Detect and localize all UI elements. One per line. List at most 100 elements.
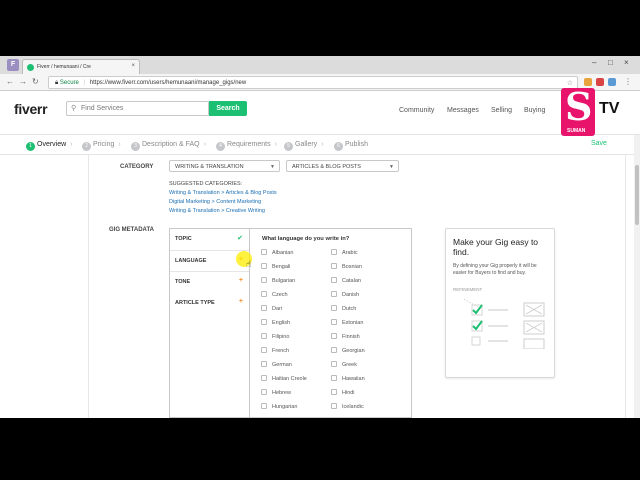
step-pricing[interactable]: 2 Pricing › [82, 141, 121, 151]
language-option[interactable]: Bengali [261, 263, 290, 270]
metadata-tab-topic[interactable]: TOPIC ✔ [170, 229, 249, 251]
checkbox-icon[interactable] [261, 361, 267, 367]
reload-icon[interactable]: ↻ [32, 77, 39, 86]
language-option[interactable]: Catalan [331, 277, 361, 284]
subcategory-select[interactable]: ARTICLES & BLOG POSTS ▼ [286, 160, 399, 172]
extension-icon[interactable] [608, 78, 616, 86]
search-button[interactable]: Search [209, 101, 247, 116]
checkbox-icon[interactable] [331, 333, 337, 339]
checkbox-icon[interactable] [331, 305, 337, 311]
language-option[interactable]: Georgian [331, 347, 365, 354]
nav-buying[interactable]: Buying [524, 107, 545, 114]
extension-icon[interactable] [596, 78, 604, 86]
metadata-box: TOPIC ✔ LANGUAGE + TONE + ARTICLE TYPE +… [169, 228, 412, 418]
suggested-category-link[interactable]: Writing & Translation > Articles & Blog … [169, 190, 277, 196]
language-option[interactable]: Albanian [261, 249, 293, 256]
browser-menu-icon[interactable]: ⋮ [624, 77, 632, 86]
checkbox-icon[interactable] [331, 347, 337, 353]
checkbox-icon[interactable] [331, 389, 337, 395]
checkbox-icon[interactable] [261, 263, 267, 269]
language-label: Icelandic [342, 404, 364, 410]
language-option[interactable]: Bulgarian [261, 277, 295, 284]
checkbox-icon[interactable] [331, 277, 337, 283]
language-option[interactable]: Dutch [331, 305, 356, 312]
language-option[interactable]: Icelandic [331, 403, 364, 410]
nav-selling[interactable]: Selling [491, 107, 512, 114]
window-close-icon[interactable]: × [624, 58, 629, 67]
language-option[interactable]: Filipino [261, 333, 289, 340]
language-option[interactable]: Estonian [331, 319, 363, 326]
nav-messages[interactable]: Messages [447, 107, 479, 114]
checkbox-icon[interactable] [331, 375, 337, 381]
tab-close-icon[interactable]: × [131, 63, 135, 69]
checkbox-icon[interactable] [261, 277, 267, 283]
nav-community[interactable]: Community [399, 107, 434, 114]
language-option[interactable]: English [261, 319, 290, 326]
gig-steps-bar: 1 Overview › 2 Pricing › 3 Description & FAQ ›… [0, 135, 634, 155]
checkbox-icon[interactable] [331, 319, 337, 325]
language-option[interactable]: Danish [331, 291, 359, 298]
language-option[interactable]: Czech [261, 291, 288, 298]
checkbox-icon[interactable] [331, 291, 337, 297]
fiverr-logo[interactable]: fiverr [14, 101, 48, 117]
category-value: WRITING & TRANSLATION [175, 164, 244, 170]
language-label: Bosnian [342, 264, 362, 270]
checkbox-icon[interactable] [261, 249, 267, 255]
checkbox-icon[interactable] [261, 389, 267, 395]
maximize-icon[interactable]: □ [608, 58, 613, 67]
checkbox-icon[interactable] [261, 319, 267, 325]
language-label: Dutch [342, 306, 357, 312]
language-option[interactable]: Hebrew [261, 389, 291, 396]
language-option[interactable]: Hawaiian [331, 375, 365, 382]
scrollbar-thumb[interactable] [635, 165, 639, 225]
step-publish[interactable]: 6 Publish [334, 141, 368, 151]
step-requirements[interactable]: 4 Requirements › [216, 141, 277, 151]
suggested-category-link[interactable]: Digital Marketing > Content Marketing [169, 199, 261, 205]
language-option[interactable]: Arabic [331, 249, 358, 256]
vertical-scrollbar[interactable] [634, 135, 640, 418]
language-option[interactable]: Bosnian [331, 263, 362, 270]
checkbox-icon[interactable] [331, 263, 337, 269]
step-gallery[interactable]: 5 Gallery › [284, 141, 324, 151]
logo-letter: S [565, 84, 593, 129]
language-option[interactable]: Hindi [331, 389, 355, 396]
checkbox-icon[interactable] [261, 375, 267, 381]
language-option[interactable]: Hungarian [261, 403, 297, 410]
checkbox-icon[interactable] [331, 361, 337, 367]
suggested-category-link[interactable]: Writing & Translation > Creative Writing [169, 208, 265, 214]
back-icon[interactable]: ← [6, 77, 14, 86]
step-description[interactable]: 3 Description & FAQ › [131, 141, 206, 151]
minimize-icon[interactable]: – [592, 58, 596, 67]
category-select[interactable]: WRITING & TRANSLATION ▼ [169, 160, 280, 172]
language-label: Finnish [342, 334, 360, 340]
checkbox-icon[interactable] [331, 249, 337, 255]
language-label: French [272, 348, 290, 354]
browser-tab[interactable]: Fiverr / hemunaani / Cre × [22, 59, 140, 74]
checkbox-icon[interactable] [331, 403, 337, 409]
metadata-tab-tone[interactable]: TONE + [170, 272, 249, 294]
step-number: 4 [216, 142, 225, 151]
checkbox-icon[interactable] [261, 291, 267, 297]
forward-icon[interactable]: → [19, 77, 27, 86]
language-option[interactable]: Finnish [331, 333, 360, 340]
metadata-tab-article-type[interactable]: ARTICLE TYPE + [170, 293, 249, 315]
checkbox-icon[interactable] [261, 333, 267, 339]
checkbox-icon[interactable] [261, 347, 267, 353]
checkbox-icon[interactable] [261, 305, 267, 311]
language-option[interactable]: Haitian Creole [261, 375, 307, 382]
step-number: 2 [82, 142, 91, 151]
language-option[interactable]: French [261, 347, 289, 354]
checkbox-icon[interactable] [261, 403, 267, 409]
language-option[interactable]: German [261, 361, 292, 368]
metadata-tab-label: ARTICLE TYPE [175, 300, 215, 306]
language-option[interactable]: Dari [261, 305, 282, 312]
plus-icon: + [238, 277, 243, 284]
metadata-tab-label: LANGUAGE [175, 258, 207, 264]
save-button[interactable]: Save [591, 140, 607, 147]
step-overview[interactable]: 1 Overview › [26, 141, 73, 151]
language-option[interactable]: Greek [331, 361, 357, 368]
language-label: Hungarian [272, 404, 298, 410]
url-input[interactable]: 🔒︎ Secure | https://www.fiverr.com/users… [48, 76, 578, 89]
search-input[interactable]: ⚲ Find Services [66, 101, 209, 116]
profile-badge[interactable]: F [7, 59, 19, 71]
